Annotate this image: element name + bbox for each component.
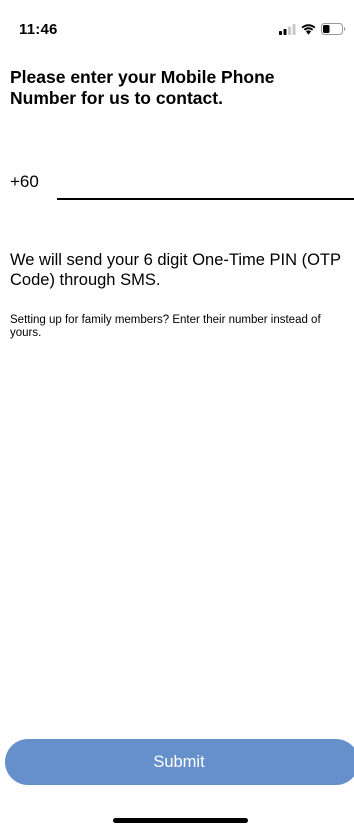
family-members-note: Setting up for family members? Enter the… (10, 314, 321, 339)
page-title: Please enter your Mobile Phone Number fo… (10, 67, 275, 108)
status-time: 11:46 (19, 21, 58, 38)
status-icons (279, 22, 346, 36)
wifi-icon (301, 23, 316, 35)
status-bar: 11:46 (0, 0, 354, 46)
submit-button[interactable]: Submit (5, 739, 354, 785)
battery-icon (321, 23, 346, 35)
phone-number-input[interactable] (57, 166, 354, 200)
home-indicator[interactable] (113, 818, 248, 823)
cellular-signal-icon (279, 23, 296, 35)
country-code-label: +60 (10, 172, 39, 191)
otp-info-text: We will send your 6 digit One-Time PIN (… (10, 251, 341, 289)
